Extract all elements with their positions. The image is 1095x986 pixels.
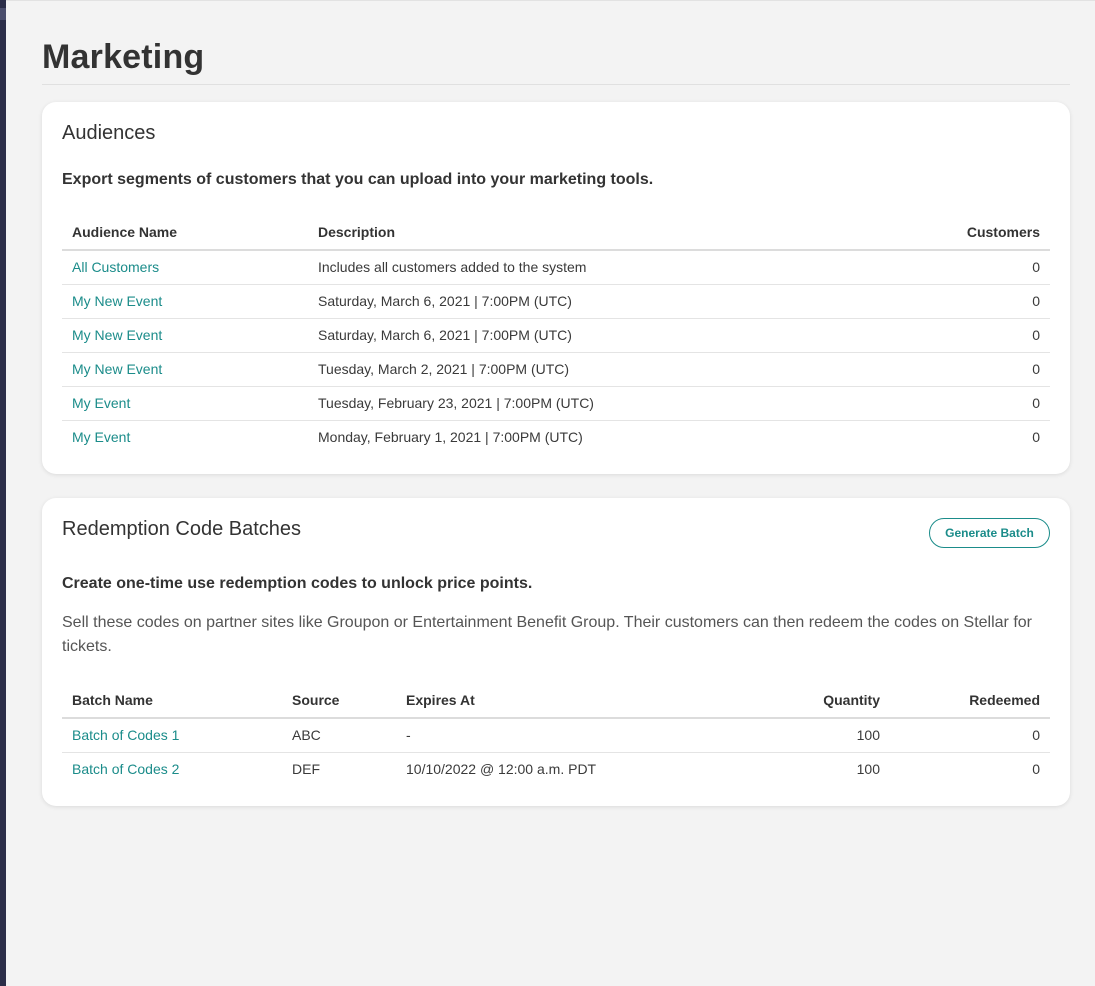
column-header-audience-name[interactable]: Audience Name [62,215,308,251]
column-header-batch-name[interactable]: Batch Name [62,683,282,719]
batches-title: Redemption Code Batches [62,518,302,540]
audience-description: Tuesday, March 2, 2021 | 7:00PM (UTC) [308,352,910,387]
audience-link[interactable]: My Event [72,395,130,411]
audience-link[interactable]: My New Event [72,293,162,309]
audience-customers: 0 [910,352,1050,387]
batch-source: DEF [292,761,320,778]
batch-redeemed: 0 [1032,761,1040,778]
batch-source: ABC [282,718,396,753]
generate-batch-button[interactable]: Generate Batch [929,518,1050,548]
audience-description: Saturday, March 6, 2021 | 7:00PM (UTC) [308,284,910,319]
table-row: My Event Tuesday, February 23, 2021 | 7:… [62,386,1050,421]
page-title: Marketing [42,0,1070,85]
table-header-row: Batch Name Source Expires At Quantity Re… [62,683,1050,719]
audience-description: Saturday, March 6, 2021 | 7:00PM (UTC) [308,318,910,353]
table-row: My New Event Tuesday, March 2, 2021 | 7:… [62,352,1050,387]
column-header-source[interactable]: Source [282,683,396,719]
batches-table: Batch Name Source Expires At Quantity Re… [62,683,1050,786]
batch-expires: - [396,718,740,753]
table-row: All Customers Includes all customers add… [62,250,1050,285]
audience-customers: 0 [1032,429,1040,446]
column-header-quantity[interactable]: Quantity [740,683,890,719]
audience-description: Monday, February 1, 2021 | 7:00PM (UTC) [318,429,583,446]
batch-expires: 10/10/2022 @ 12:00 a.m. PDT [406,761,597,778]
table-row: Batch of Codes 2 DEF 10/10/2022 @ 12:00 … [62,752,1050,786]
column-header-redeemed[interactable]: Redeemed [890,683,1050,719]
audience-customers: 0 [910,318,1050,353]
column-header-customers[interactable]: Customers [910,215,1050,251]
left-nav-rail [0,0,6,986]
audience-link[interactable]: All Customers [72,259,159,275]
audience-link[interactable]: My New Event [72,361,162,377]
batch-quantity: 100 [740,718,890,753]
batches-subtitle: Create one-time use redemption codes to … [62,575,533,592]
audience-link[interactable]: My New Event [72,327,162,343]
audiences-subtitle: Export segments of customers that you ca… [62,171,654,188]
audience-customers: 0 [910,284,1050,319]
audience-customers: 0 [910,250,1050,285]
table-header-row: Audience Name Description Customers [62,215,1050,251]
audiences-table: Audience Name Description Customers All … [62,215,1050,454]
table-row: My New Event Saturday, March 6, 2021 | 7… [62,284,1050,319]
audiences-title: Audiences [62,122,156,144]
batch-quantity: 100 [856,761,880,778]
audience-description: Tuesday, February 23, 2021 | 7:00PM (UTC… [308,386,910,421]
nav-toggle[interactable] [0,8,6,20]
audience-link[interactable]: My Event [72,429,130,445]
batch-link[interactable]: Batch of Codes 2 [72,761,179,777]
table-row: Batch of Codes 1 ABC - 100 0 [62,718,1050,753]
audiences-card: Audiences Export segments of customers t… [42,102,1070,474]
column-header-expires-at[interactable]: Expires At [396,683,740,719]
table-row: My Event Monday, February 1, 2021 | 7:00… [62,420,1050,454]
main-content: Marketing Audiences Export segments of c… [42,0,1070,806]
audience-description: Includes all customers added to the syst… [308,250,910,285]
column-header-description[interactable]: Description [308,215,910,251]
audience-customers: 0 [910,386,1050,421]
batches-description: Sell these codes on partner sites like G… [62,614,1032,655]
redemption-batches-card: Redemption Code Batches Generate Batch C… [42,498,1070,806]
batch-link[interactable]: Batch of Codes 1 [72,727,179,743]
table-row: My New Event Saturday, March 6, 2021 | 7… [62,318,1050,353]
batch-redeemed: 0 [890,718,1050,753]
